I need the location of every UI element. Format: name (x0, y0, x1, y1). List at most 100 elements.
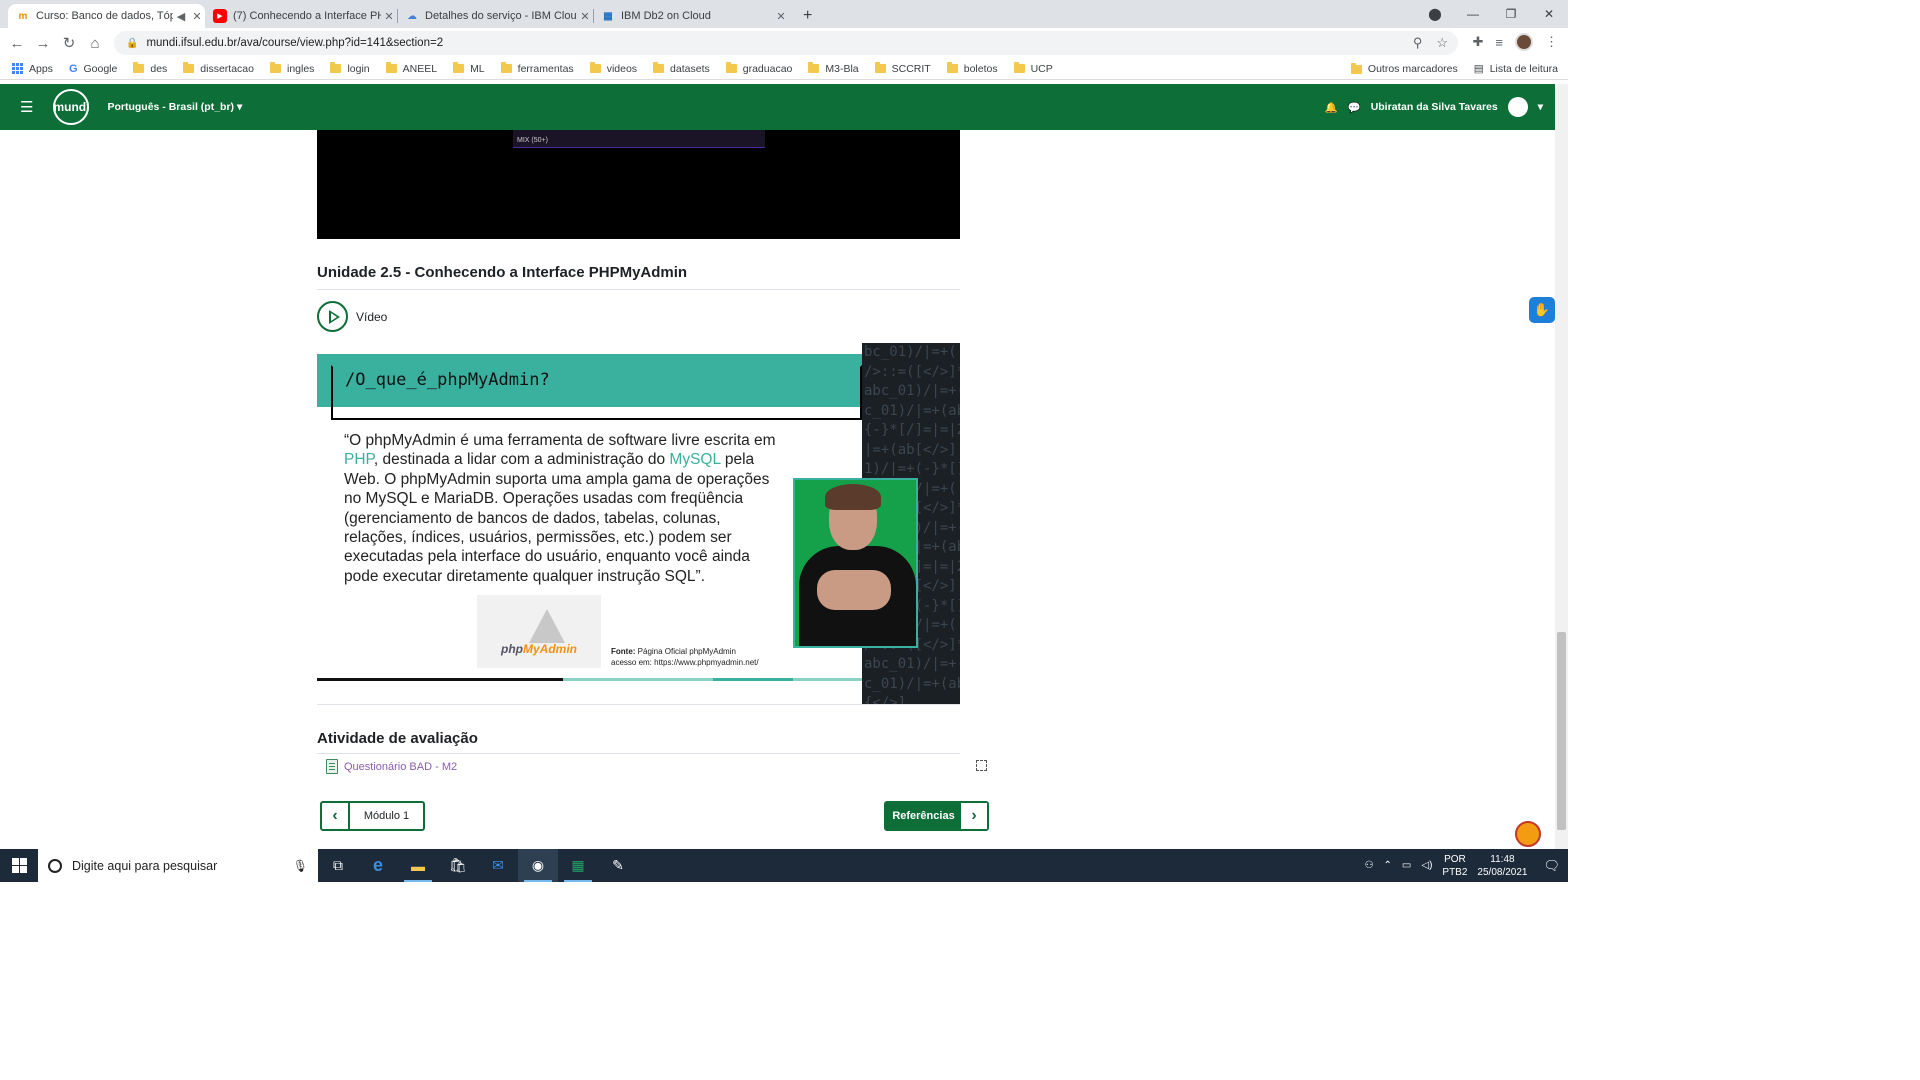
youtube-icon: ▶ (213, 9, 227, 23)
tab-youtube[interactable]: ▶ (7) Conhecendo a Interface PHPM ✕ (205, 4, 398, 28)
bookmark-apps[interactable]: Apps (12, 63, 53, 75)
window-controls: ⬤ — ❐ ✕ (1416, 0, 1568, 28)
back-icon[interactable]: ← (4, 35, 30, 52)
paint-icon[interactable]: ✎ (598, 849, 638, 882)
tab-db2[interactable]: ▦ IBM Db2 on Cloud ✕ (593, 4, 789, 28)
start-button[interactable] (0, 849, 38, 882)
divider (317, 753, 960, 754)
folder-icon (133, 62, 145, 73)
reading-list-icon[interactable]: ≡ (1495, 35, 1503, 50)
phpmyadmin-logo: phpMyAdmin (477, 595, 601, 668)
menu-icon[interactable]: ⋮ (1545, 34, 1558, 50)
people-icon[interactable]: ⚇ (1365, 860, 1374, 871)
edge-icon[interactable]: e (358, 849, 398, 882)
slide-quote: “O phpMyAdmin é uma ferramenta de softwa… (344, 432, 776, 585)
clock[interactable]: 11:48 25/08/2021 (1477, 853, 1527, 879)
accessibility-icon[interactable]: ✋ (1529, 297, 1555, 323)
forward-icon[interactable]: → (30, 35, 56, 52)
bookmark-folder[interactable]: videos (589, 62, 637, 75)
chat-icon[interactable]: 💬 (1348, 101, 1361, 114)
tab-ibm-cloud[interactable]: ☁ Detalhes do serviço - IBM Cloud ✕ (397, 4, 594, 28)
bell-icon[interactable]: 🔔 (1325, 101, 1338, 114)
speaker-icon[interactable]: ◀ (173, 10, 189, 23)
assessment-title: Atividade de avaliação (317, 730, 478, 747)
folder-icon (1013, 62, 1025, 73)
bookmark-folder[interactable]: login (330, 62, 370, 75)
input-language[interactable]: POR PTB2 (1442, 853, 1467, 879)
bookmark-folder[interactable]: ingles (270, 62, 314, 75)
video-progress-bar[interactable] (317, 678, 862, 681)
bookmark-folder[interactable]: ML (453, 62, 485, 75)
language-menu[interactable]: Português - Brasil (pt_br) ▾ (107, 101, 242, 113)
close-icon[interactable]: ✕ (577, 10, 593, 23)
cloud-icon: ☁ (407, 10, 417, 22)
sheets-icon[interactable]: ▦ (558, 849, 598, 882)
taskbar-search[interactable]: Digite aqui para pesquisar 🎙 (38, 849, 318, 882)
bookmark-folder[interactable]: dissertacao (183, 62, 254, 75)
chevron-up-icon[interactable]: ⌃ (1384, 860, 1392, 871)
bookmark-folder[interactable]: datasets (653, 62, 710, 75)
home-icon[interactable]: ⌂ (82, 35, 108, 52)
reading-list-icon: ▤ (1473, 63, 1484, 75)
tab-search-icon[interactable]: ⬤ (1416, 7, 1454, 21)
quiz-link[interactable]: Questionário BAD - M2 (344, 761, 457, 773)
page-viewport: ☰ mundi Português - Brasil (pt_br) ▾ 🔔 💬… (0, 84, 1555, 849)
mundi-logo[interactable]: mundi (53, 89, 90, 125)
reading-list[interactable]: ▤ Lista de leitura (1474, 63, 1558, 75)
bookmark-folder[interactable]: SCCRIT (874, 62, 931, 75)
vlibras-icon[interactable] (1515, 821, 1541, 847)
mail-icon[interactable]: ✉ (478, 849, 518, 882)
task-view-icon[interactable]: ⧉ (318, 849, 358, 882)
other-bookmarks[interactable]: Outros marcadores (1350, 62, 1458, 75)
profile-avatar[interactable] (1515, 33, 1533, 51)
microphone-icon[interactable]: 🎙 (293, 859, 308, 873)
moodle-icon: m (18, 10, 28, 22)
close-icon[interactable]: ✕ (381, 10, 397, 23)
scrollbar-thumb[interactable] (1557, 632, 1566, 830)
bookmark-folder[interactable]: des (133, 62, 167, 75)
cortana-icon (48, 858, 62, 873)
bookmark-folder[interactable]: ANEEL (385, 62, 437, 75)
star-icon[interactable]: ☆ (1436, 35, 1448, 51)
google-icon: G (68, 62, 78, 75)
sailboat-icon (529, 609, 565, 643)
bookmark-folder[interactable]: M3-Bla (808, 62, 859, 75)
windows-taskbar: Digite aqui para pesquisar 🎙 ⧉ e ▬ 🛍 ✉ ◉… (0, 849, 1568, 882)
previous-section-button[interactable]: ‹ Módulo 1 (320, 801, 425, 831)
folder-icon (808, 62, 820, 73)
next-section-button[interactable]: Referências › (884, 801, 989, 831)
window-close-icon[interactable]: ✕ (1530, 7, 1568, 21)
store-icon[interactable]: 🛍 (438, 849, 478, 882)
tab-curso[interactable]: m Curso: Banco de dados, Tópic ◀ ✕ (8, 4, 205, 28)
user-name[interactable]: Ubiratan da Silva Tavares (1371, 101, 1498, 113)
bookmark-folder[interactable]: graduacao (725, 62, 792, 75)
bookmark-folder[interactable]: boletos (946, 62, 998, 75)
extensions-icon[interactable]: ✚ (1473, 34, 1484, 50)
caret-down-icon[interactable]: ▾ (1538, 101, 1543, 113)
hamburger-icon[interactable]: ☰ (20, 98, 33, 116)
chrome-icon[interactable]: ◉ (518, 849, 558, 882)
completion-checkbox[interactable] (976, 760, 987, 771)
bookmark-folder[interactable]: ferramentas (500, 62, 574, 75)
reload-icon[interactable]: ↻ (56, 34, 82, 52)
restore-icon[interactable]: ❐ (1492, 7, 1530, 21)
new-tab-button[interactable]: + (795, 4, 819, 28)
bookmark-google[interactable]: G Google (69, 63, 117, 75)
folder-icon (874, 62, 886, 73)
zoom-icon[interactable]: ⚲ (1413, 35, 1423, 51)
page-scrollbar[interactable] (1555, 84, 1568, 849)
network-icon[interactable]: ▭ (1402, 860, 1411, 871)
play-icon[interactable] (317, 301, 348, 332)
address-bar[interactable]: 🔒 mundi.ifsul.edu.br/ava/course/view.php… (114, 31, 1458, 55)
avatar[interactable] (1507, 97, 1528, 117)
file-explorer-icon[interactable]: ▬ (398, 849, 438, 882)
volume-icon[interactable]: ◁) (1421, 860, 1432, 871)
close-icon[interactable]: ✕ (773, 10, 789, 23)
bookmark-folder[interactable]: UCP (1013, 62, 1053, 75)
notifications-icon[interactable]: 🗨 (1543, 858, 1560, 874)
video-player-previous[interactable]: MIX (50+) (317, 130, 960, 239)
close-icon[interactable]: ✕ (189, 10, 205, 23)
video-label[interactable]: Vídeo (356, 310, 387, 324)
video-slide[interactable]: bc_01)/|=+( />::=([</>]* abc_01)/|=+( c_… (317, 343, 960, 704)
minimize-icon[interactable]: — (1454, 7, 1492, 21)
